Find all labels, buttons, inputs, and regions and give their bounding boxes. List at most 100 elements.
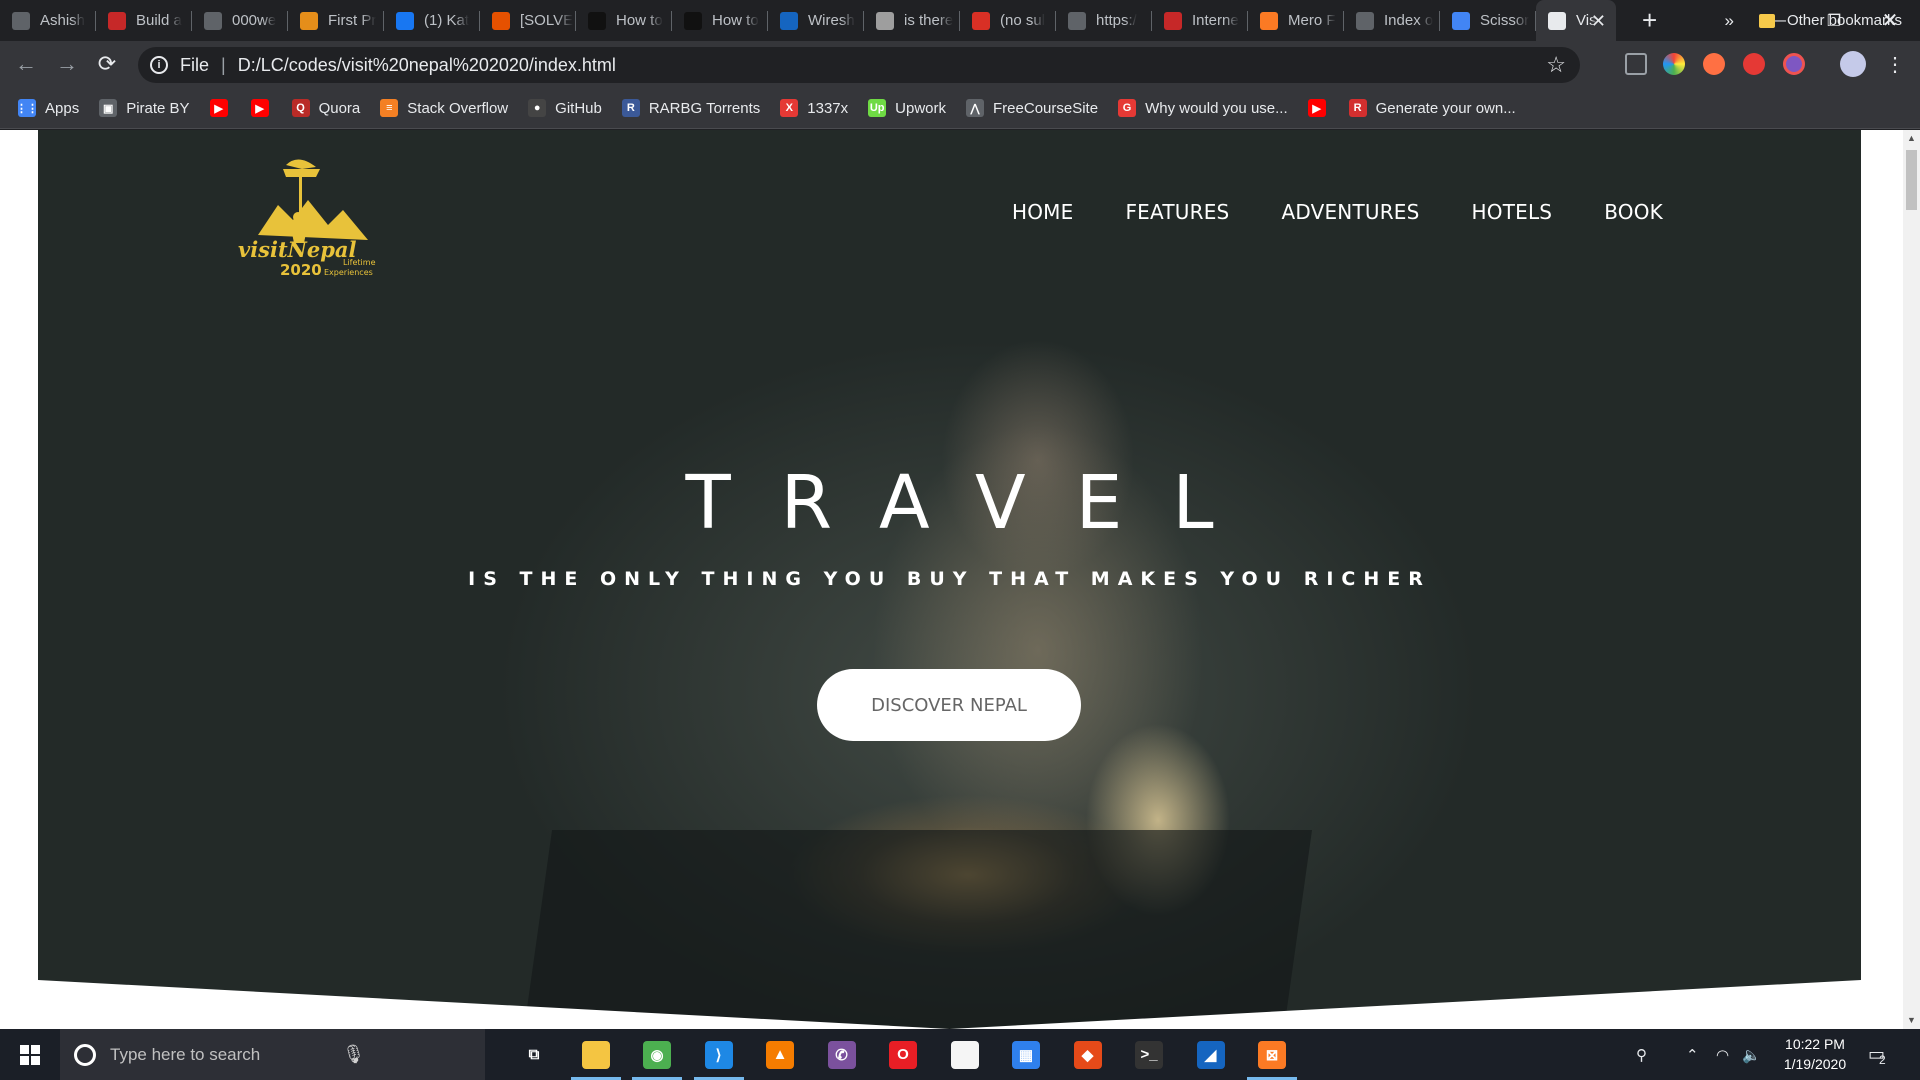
bookmark-item[interactable]: ⋮⋮ Apps: [16, 99, 79, 117]
pdf-extension-icon[interactable]: [1625, 53, 1647, 75]
taskbar-app-task-view[interactable]: ⧉: [505, 1029, 563, 1080]
globe-icon: [1068, 11, 1086, 30]
scroll-down-arrow-icon[interactable]: ▼: [1903, 1012, 1920, 1029]
volume-icon[interactable]: 🔈: [1742, 1029, 1761, 1080]
taskbar-app-store[interactable]: ▦: [997, 1029, 1055, 1080]
other-bookmarks[interactable]: Other bookmarks: [1758, 0, 1902, 41]
tab-title: How to: [616, 12, 663, 29]
bookmark-item[interactable]: ● GitHub: [528, 99, 602, 117]
tray-overflow-chevron-icon[interactable]: ⌃: [1686, 1029, 1699, 1080]
menu-kebab-icon[interactable]: ⋮: [1882, 51, 1908, 77]
taskbar-app-vlc[interactable]: ▲: [751, 1029, 809, 1080]
taskbar-app-git[interactable]: ◆: [1059, 1029, 1117, 1080]
taskbar-clock[interactable]: 10:22 PM 1/19/2020: [1768, 1034, 1862, 1074]
browser-tab[interactable]: Index o: [1344, 0, 1440, 41]
bookmark-item[interactable]: R RARBG Torrents: [621, 99, 760, 117]
browser-tab[interactable]: Ashish: [0, 0, 96, 41]
vlc-icon: ▲: [766, 1040, 794, 1069]
browser-tab[interactable]: Wiresh: [768, 0, 864, 41]
bookmark-item[interactable]: Up Upwork: [868, 99, 946, 117]
ubuntu-icon: [492, 11, 510, 30]
browser-tab[interactable]: How to: [576, 0, 672, 41]
tab-title: (1) Kat: [424, 12, 470, 29]
color-extension-icon[interactable]: [1663, 53, 1685, 75]
people-icon[interactable]: ⚲: [1636, 1029, 1647, 1080]
page-scrollbar[interactable]: ▲ ▼: [1903, 130, 1920, 1029]
browser-tab[interactable]: Build a: [96, 0, 192, 41]
microphone-icon[interactable]: 🎙: [342, 1044, 365, 1065]
nav-adventures[interactable]: ADVENTURES: [1281, 200, 1419, 224]
rarbg-icon: R: [621, 99, 640, 117]
url-text[interactable]: D:/LC/codes/visit%20nepal%202020/index.h…: [238, 55, 616, 76]
browser-tab[interactable]: Scissor: [1440, 0, 1536, 41]
info-icon[interactable]: i: [150, 56, 168, 74]
browser-tab[interactable]: (no sul: [960, 0, 1056, 41]
nav-book[interactable]: BOOK: [1604, 200, 1663, 224]
nav-features[interactable]: FEATURES: [1125, 200, 1229, 224]
bookmark-item[interactable]: ▣ Pirate BY: [99, 99, 190, 117]
taskbar-app-wireshark[interactable]: ◢: [1182, 1029, 1240, 1080]
wifi-icon[interactable]: ◠: [1716, 1029, 1729, 1080]
close-tab-icon[interactable]: ✕: [1591, 11, 1606, 32]
tab-title: 000we: [232, 12, 277, 29]
bookmark-item[interactable]: ▶: [209, 99, 237, 117]
back-button[interactable]: ←: [13, 51, 39, 77]
reload-button[interactable]: ⟳: [94, 51, 120, 77]
nav-home[interactable]: HOME: [1012, 200, 1073, 224]
notepad-icon: [950, 1040, 979, 1069]
gmail-icon: [972, 11, 990, 30]
bookmark-item[interactable]: G Why would you use...: [1118, 99, 1288, 117]
browser-tab[interactable]: First Pr: [288, 0, 384, 41]
bookmark-item[interactable]: ⋀ FreeCourseSite: [966, 99, 1098, 117]
taskbar-app-terminal[interactable]: >_: [1120, 1029, 1178, 1080]
browser-tab[interactable]: is there: [864, 0, 960, 41]
profile-avatar[interactable]: [1840, 51, 1866, 77]
forward-button[interactable]: →: [54, 51, 80, 77]
new-tab-button[interactable]: +: [1642, 5, 1657, 36]
youtube-icon: ▶: [250, 99, 269, 117]
file-explorer-icon: [581, 1040, 610, 1069]
bookmark-item[interactable]: ▶: [1307, 99, 1335, 117]
taskbar-app-file-explorer[interactable]: [567, 1029, 625, 1080]
browser-tab[interactable]: 000we: [192, 0, 288, 41]
taskbar-app-opera[interactable]: O: [874, 1029, 932, 1080]
vpn-extension-icon[interactable]: [1783, 53, 1805, 75]
taskbar-app-vscode[interactable]: ⟩: [690, 1029, 748, 1080]
browser-tab[interactable]: https:/: [1056, 0, 1152, 41]
fire-extension-icon[interactable]: [1703, 53, 1725, 75]
taskbar-app-xampp[interactable]: ⊠: [1243, 1029, 1301, 1080]
r-icon: R: [1348, 99, 1367, 117]
speedometer-icon: [1164, 11, 1182, 30]
windows-start-button[interactable]: [0, 1029, 60, 1080]
nav-hotels[interactable]: HOTELS: [1472, 200, 1553, 224]
adblock-extension-icon[interactable]: [1743, 53, 1765, 75]
action-center-icon[interactable]: ▭ 2: [1868, 1029, 1886, 1080]
stackoverflow-icon: ≡: [380, 99, 399, 117]
browser-tab[interactable]: How to: [672, 0, 768, 41]
browser-tab-active[interactable]: Vis ✕: [1536, 0, 1616, 41]
scrollbar-thumb[interactable]: [1906, 150, 1917, 210]
bookmark-item[interactable]: X 1337x: [780, 99, 848, 117]
taskbar-app-viber[interactable]: ✆: [813, 1029, 871, 1080]
browser-tab[interactable]: [SOLVE: [480, 0, 576, 41]
bookmark-star-icon[interactable]: ☆: [1546, 52, 1566, 78]
discover-nepal-button[interactable]: DISCOVER NEPAL: [817, 669, 1081, 741]
bookmark-item[interactable]: ▶: [250, 99, 278, 117]
taskbar-search[interactable]: Type here to search 🎙: [60, 1029, 485, 1080]
bookmarks-overflow-button[interactable]: »: [1725, 0, 1734, 41]
main-nav: HOME FEATURES ADVENTURES HOTELS BOOK: [1012, 200, 1663, 224]
scroll-up-arrow-icon[interactable]: ▲: [1903, 130, 1920, 147]
taskbar-app-chrome[interactable]: ◉: [628, 1029, 686, 1080]
bookmark-item[interactable]: R Generate your own...: [1348, 99, 1516, 117]
visit-nepal-logo[interactable]: visitNepal 2020 Lifetime Experiences: [238, 155, 388, 280]
vscode-icon: ⟩: [704, 1040, 733, 1069]
browser-tab[interactable]: Interne: [1152, 0, 1248, 41]
taskbar-app-notepad[interactable]: [936, 1029, 994, 1080]
page-icon: [876, 11, 894, 30]
bookmark-item[interactable]: ≡ Stack Overflow: [380, 99, 508, 117]
bookmark-item[interactable]: Q Quora: [291, 99, 360, 117]
address-bar[interactable]: i File | D:/LC/codes/visit%20nepal%20202…: [138, 47, 1580, 83]
youtube-icon: ▶: [1307, 99, 1326, 117]
browser-tab[interactable]: Mero F: [1248, 0, 1344, 41]
browser-tab[interactable]: (1) Kat: [384, 0, 480, 41]
